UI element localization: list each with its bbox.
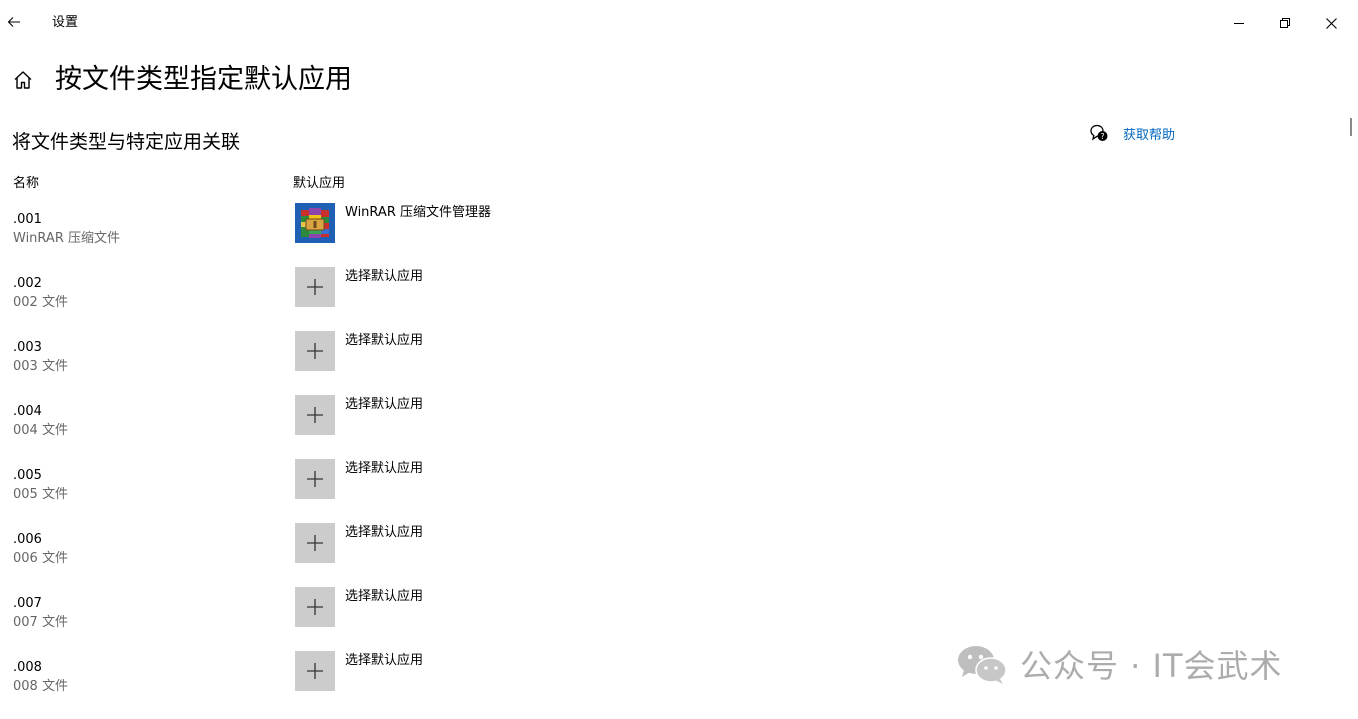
file-type-row: .003 003 文件 选择默认应用	[0, 331, 1300, 403]
file-extension: .002	[13, 276, 42, 291]
column-header-name: 名称	[13, 176, 40, 191]
plus-icon	[307, 343, 323, 359]
plus-tile	[295, 651, 335, 691]
svg-text:?: ?	[1100, 132, 1104, 141]
back-button[interactable]	[0, 4, 28, 40]
minimize-button[interactable]	[1216, 0, 1262, 46]
default-app-button[interactable]: WinRAR 压缩文件管理器	[295, 203, 555, 243]
wechat-icon	[958, 646, 1007, 684]
choose-default-app-button[interactable]: 选择默认应用	[295, 523, 555, 563]
column-header-default-app: 默认应用	[293, 176, 346, 191]
minimize-icon	[1234, 23, 1244, 24]
section-title: 将文件类型与特定应用关联	[12, 131, 241, 153]
plus-icon	[307, 535, 323, 551]
file-extension: .005	[13, 468, 42, 483]
plus-tile	[295, 587, 335, 627]
plus-icon	[307, 663, 323, 679]
choose-default-app-button[interactable]: 选择默认应用	[295, 651, 555, 691]
file-type-row: .006 006 文件 选择默认应用	[0, 523, 1300, 595]
winrar-icon	[295, 203, 335, 243]
plus-icon	[307, 407, 323, 423]
file-type-row: .002 002 文件 选择默认应用	[0, 267, 1300, 339]
file-type-row: .004 004 文件 选择默认应用	[0, 395, 1300, 467]
choose-default-app-button[interactable]: 选择默认应用	[295, 587, 555, 627]
restore-button[interactable]	[1262, 0, 1308, 46]
page-title: 按文件类型指定默认应用	[55, 64, 352, 95]
title-bar: 设置	[0, 0, 1358, 46]
default-app-name: WinRAR 压缩文件管理器	[345, 205, 491, 220]
plus-tile	[295, 523, 335, 563]
choose-default-app-label: 选择默认应用	[345, 269, 424, 284]
watermark-text: 公众号 · IT会武术	[1020, 647, 1283, 685]
file-type-description: 008 文件	[13, 679, 68, 694]
choose-default-app-button[interactable]: 选择默认应用	[295, 459, 555, 499]
file-type-description: 004 文件	[13, 423, 68, 438]
restore-icon	[1280, 18, 1290, 28]
plus-tile	[295, 395, 335, 435]
choose-default-app-label: 选择默认应用	[345, 461, 424, 476]
plus-tile	[295, 267, 335, 307]
choose-default-app-label: 选择默认应用	[345, 653, 424, 668]
choose-default-app-label: 选择默认应用	[345, 333, 424, 348]
file-type-description: 003 文件	[13, 359, 68, 374]
file-extension: .001	[13, 212, 42, 227]
close-button[interactable]	[1308, 0, 1354, 46]
plus-tile	[295, 459, 335, 499]
plus-icon	[307, 279, 323, 295]
file-type-description: 006 文件	[13, 551, 68, 566]
choose-default-app-label: 选择默认应用	[345, 525, 424, 540]
file-extension: .006	[13, 532, 42, 547]
help-chat-icon: ?	[1090, 124, 1108, 141]
file-type-row: .005 005 文件 选择默认应用	[0, 459, 1300, 531]
arrow-left-icon	[7, 17, 20, 27]
settings-window: 设置 按文件类型指定默认应用 将文件类型与特定应用关联 ? 获取帮助 名称 默认…	[0, 0, 1358, 719]
choose-default-app-label: 选择默认应用	[345, 397, 424, 412]
choose-default-app-button[interactable]: 选择默认应用	[295, 331, 555, 371]
file-type-description: 005 文件	[13, 487, 68, 502]
file-type-description: 002 文件	[13, 295, 68, 310]
get-help-link[interactable]: ? 获取帮助	[1089, 122, 1175, 144]
file-type-row: .001 WinRAR 压缩文件 WinRAR 压缩文件管理器	[0, 203, 1300, 275]
plus-tile	[295, 331, 335, 371]
choose-default-app-button[interactable]: 选择默认应用	[295, 267, 555, 307]
file-extension: .007	[13, 596, 42, 611]
get-help-label: 获取帮助	[1123, 127, 1176, 143]
file-extension: .004	[13, 404, 42, 419]
file-extension: .008	[13, 660, 42, 675]
watermark: 公众号 · IT会武术	[956, 640, 1283, 688]
choose-default-app-label: 选择默认应用	[345, 589, 424, 604]
file-type-description: WinRAR 压缩文件	[13, 231, 120, 246]
window-title: 设置	[52, 15, 79, 30]
file-extension: .003	[13, 340, 42, 355]
scrollbar[interactable]	[1350, 118, 1352, 136]
file-type-description: 007 文件	[13, 615, 68, 630]
plus-icon	[307, 599, 323, 615]
plus-icon	[307, 471, 323, 487]
close-icon	[1325, 17, 1337, 29]
home-icon[interactable]	[12, 69, 34, 91]
choose-default-app-button[interactable]: 选择默认应用	[295, 395, 555, 435]
